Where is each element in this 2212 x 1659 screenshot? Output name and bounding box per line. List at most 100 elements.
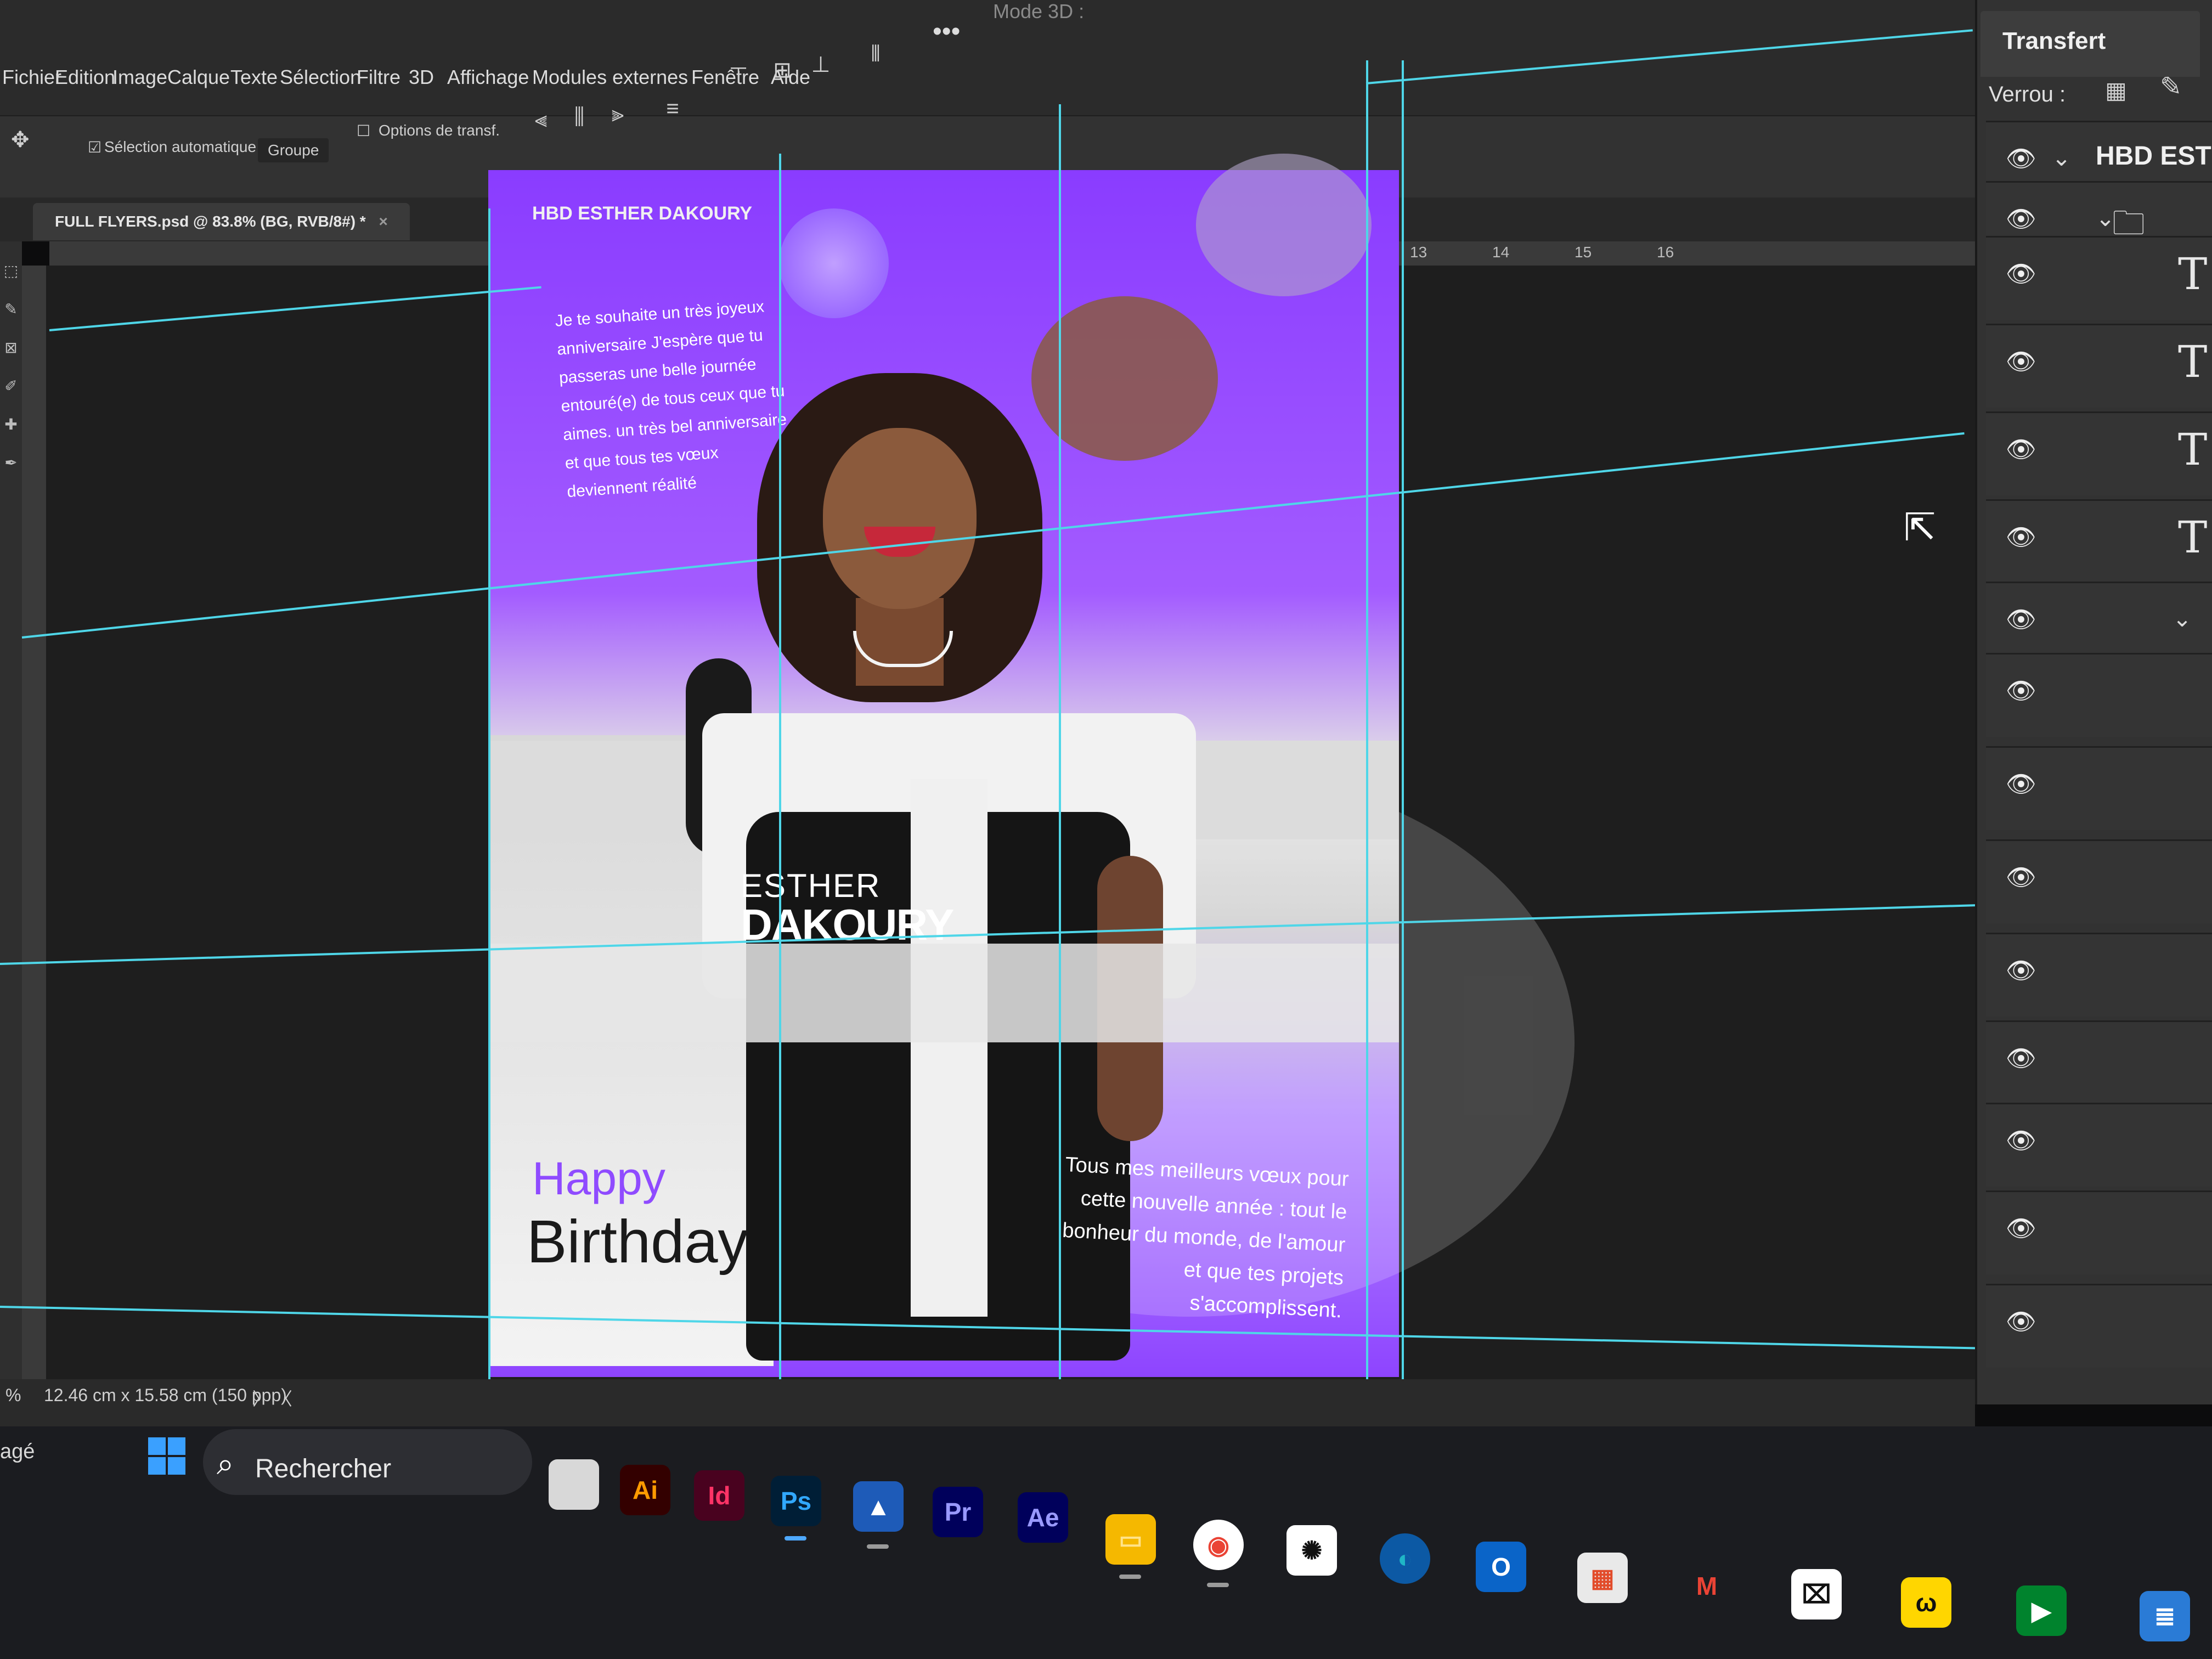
sticky-app-icon[interactable]: ω (1901, 1577, 1951, 1628)
layer-item[interactable]: 👁 (1986, 653, 2212, 737)
more-options-icon[interactable]: ••• (933, 16, 960, 47)
task-view-icon[interactable] (549, 1459, 599, 1510)
brush-tool-icon[interactable]: ✎ (3, 302, 19, 317)
layer-text[interactable]: 👁 T (1986, 411, 2212, 495)
birthday-text: Birthday (527, 1208, 748, 1276)
menu-texte[interactable]: Texte (230, 66, 278, 89)
eye-icon[interactable]: 👁 (2006, 205, 2036, 233)
layer-item[interactable]: 👁 (1986, 1190, 2212, 1274)
eye-icon[interactable]: 👁 (2006, 863, 2036, 891)
eye-icon[interactable]: 👁 (2006, 259, 2036, 288)
auto-select-checkbox[interactable]: ☑ (88, 138, 101, 156)
windows-start-button[interactable] (148, 1437, 187, 1476)
premiere-icon[interactable]: Pr (933, 1487, 983, 1537)
move-tool-icon[interactable]: ✥ (11, 127, 30, 153)
chrome-icon[interactable]: ◉ (1193, 1520, 1244, 1570)
align-center-icon[interactable]: ⫼ (565, 103, 594, 131)
flower-decoration (779, 208, 889, 318)
eye-icon[interactable]: 👁 (2006, 605, 2036, 634)
menu-edition[interactable]: Edition (55, 66, 115, 89)
close-tab-icon[interactable]: × (379, 213, 387, 230)
eye-icon[interactable]: 👁 (2006, 435, 2036, 464)
eye-icon[interactable]: 👁 (2006, 1214, 2036, 1243)
status-nav-arrows[interactable]: 〉 〈 (252, 1385, 292, 1410)
after-effects-icon[interactable]: Ae (1018, 1492, 1068, 1543)
layer-item[interactable]: 👁 (1986, 1020, 2212, 1104)
guide-line[interactable] (779, 154, 781, 1426)
layer-text[interactable]: 👁 T (1986, 236, 2212, 320)
eyedropper-tool-icon[interactable]: ✐ (3, 379, 19, 394)
menu-selection[interactable]: Sélection (280, 66, 361, 89)
layer-text[interactable]: 👁 T (1986, 499, 2212, 583)
align-middle-icon[interactable]: ⊞ (768, 56, 797, 84)
document-tab[interactable]: FULL FLYERS.psd @ 83.8% (BG, RVB/8#) * × (33, 203, 410, 240)
chatgpt-icon[interactable]: ✺ (1286, 1525, 1337, 1576)
eye-icon[interactable]: 👁 (2006, 1126, 2036, 1155)
eye-icon[interactable]: 👁 (2006, 956, 2036, 985)
distribute-icon[interactable]: ≡ (658, 94, 687, 123)
name-first: ESTHER (741, 867, 881, 904)
running-indicator (785, 1536, 806, 1541)
edge-icon[interactable]: ◐ (1380, 1533, 1430, 1584)
distribute-vertical-icon[interactable]: ⫴ (861, 40, 890, 68)
align-left-icon[interactable]: ⫷ (527, 105, 555, 134)
auto-select-label: Sélection automatique : (104, 138, 265, 155)
photoshop-icon[interactable]: Ps (771, 1476, 821, 1526)
align-right-icon[interactable]: ⫸ (603, 100, 632, 128)
menu-affichage[interactable]: Affichage (447, 66, 529, 89)
guide-line[interactable] (1402, 60, 1404, 1426)
menu-calque[interactable]: Calque (167, 66, 230, 89)
lock-transparency-icon[interactable]: ▦ (2101, 77, 2131, 106)
text-layer-icon: T (2178, 512, 2208, 563)
photos-icon[interactable]: ▲ (853, 1481, 904, 1532)
eye-icon[interactable]: 👁 (2006, 1044, 2036, 1073)
eye-icon[interactable]: 👁 (2006, 1307, 2036, 1336)
guide-line[interactable] (1366, 60, 1368, 1426)
auto-select-dropdown[interactable]: Groupe (258, 138, 329, 162)
indesign-icon[interactable]: Id (694, 1470, 744, 1521)
file-explorer-icon[interactable]: ▭ (1105, 1514, 1156, 1565)
ruler-tick: 14 (1492, 244, 1510, 261)
menu-filtre[interactable]: Filtre (357, 66, 400, 89)
document-size-info[interactable]: 12.46 cm x 15.58 cm (150 ppp) (44, 1385, 287, 1406)
status-zoom[interactable]: % (5, 1385, 21, 1406)
align-bottom-icon[interactable]: ⊥ (806, 50, 835, 79)
eye-icon[interactable]: 👁 (2006, 144, 2036, 173)
transform-checkbox[interactable]: ☐ (357, 122, 370, 140)
healing-tool-icon[interactable]: ✚ (3, 417, 19, 432)
layer-item[interactable]: 👁 (1986, 1103, 2212, 1187)
meet-icon[interactable]: ▶ (2016, 1585, 2067, 1636)
lock-brush-icon[interactable]: ✎ (2156, 71, 2186, 101)
search-placeholder: Rechercher (255, 1454, 392, 1483)
outlook-icon[interactable]: O (1476, 1542, 1526, 1592)
artboard-label[interactable]: HBD ESTHER DAKOURY (532, 203, 752, 224)
eye-icon[interactable]: 👁 (2006, 676, 2036, 705)
running-indicator (1207, 1583, 1229, 1587)
illustrator-icon[interactable]: Ai (620, 1465, 670, 1515)
menu-modules-externes[interactable]: Modules externes (532, 66, 688, 89)
eye-icon[interactable]: 👁 (2006, 770, 2036, 798)
gmail-icon[interactable]: M (1681, 1561, 1732, 1611)
layer-item[interactable]: 👁 (1986, 933, 2212, 1017)
marquee-tool-icon[interactable]: ⬚ (3, 263, 19, 279)
notepad-icon[interactable]: ≣ (2140, 1591, 2190, 1641)
chevron-down-icon[interactable]: ⌄ (2172, 605, 2192, 632)
menu-3d[interactable]: 3D (409, 66, 434, 89)
taskbar-fragment: agé (0, 1440, 35, 1463)
layer-item[interactable]: 👁 (1986, 1284, 2212, 1368)
eye-icon[interactable]: 👁 (2006, 523, 2036, 551)
layer-item[interactable]: 👁 (1986, 746, 2212, 830)
layer-text[interactable]: 👁 T (1986, 324, 2212, 408)
menu-image[interactable]: Image (112, 66, 167, 89)
align-top-icon[interactable]: ⊤ (724, 61, 753, 90)
menu-fichier[interactable]: Fichier (2, 66, 61, 89)
layer-item[interactable]: 👁 (1986, 839, 2212, 923)
guide-line[interactable] (1059, 104, 1061, 1426)
capcut-icon[interactable]: ⌧ (1791, 1569, 1842, 1620)
guide-line[interactable] (488, 208, 490, 1426)
crop-tool-icon[interactable]: ⊠ (3, 340, 19, 356)
pen-tool-icon[interactable]: ✒ (3, 455, 19, 471)
store-icon[interactable]: ▦ (1577, 1553, 1628, 1603)
chevron-down-icon[interactable]: ⌄ (2052, 144, 2071, 171)
eye-icon[interactable]: 👁 (2006, 347, 2036, 376)
